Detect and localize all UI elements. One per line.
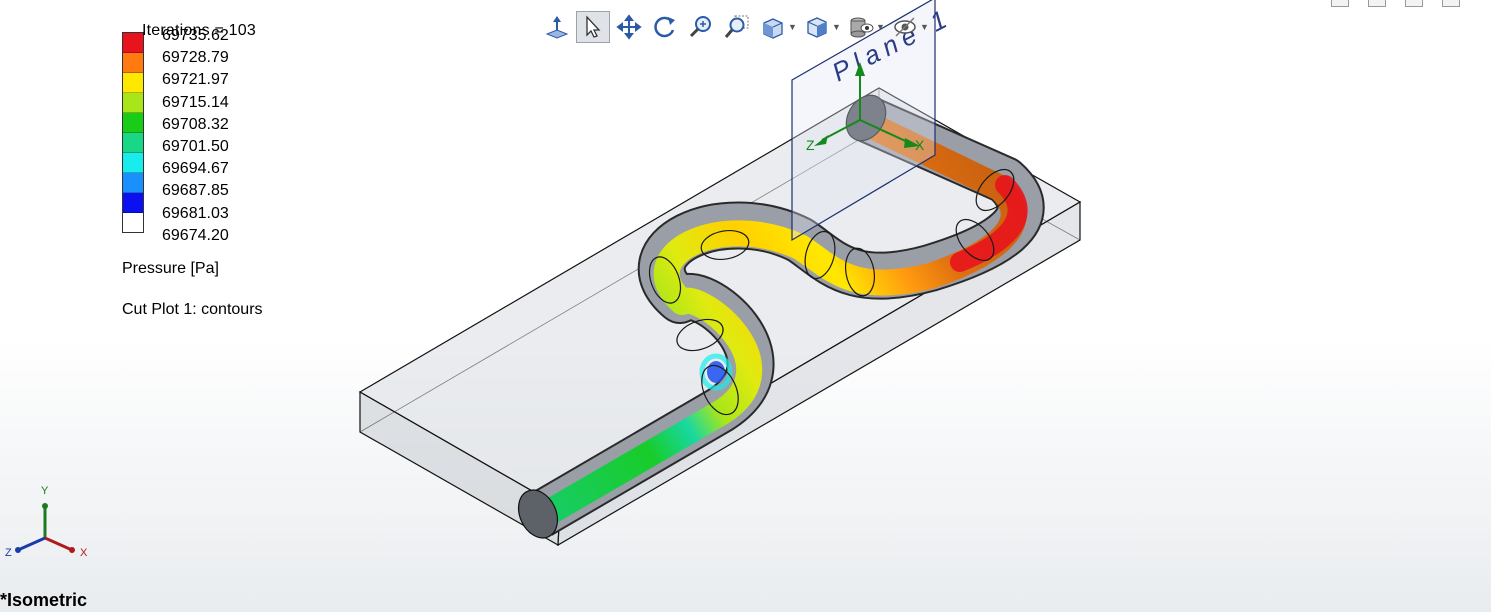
restore-button[interactable] [1368,0,1386,7]
minimize-button[interactable] [1331,0,1349,7]
rotate-button[interactable] [648,11,682,43]
heads-up-view-toolbar: ▼ ▼ ▼ ▼ [540,10,930,44]
rotate-icon [654,16,675,38]
legend-swatch [123,173,143,193]
select-button[interactable] [576,11,610,43]
hide-show-items-icon [850,17,874,38]
cut-plot-label: Cut Plot 1: contours [122,301,263,318]
pan-icon [616,14,642,40]
view-orientation-button[interactable] [756,11,790,43]
view-orientation-icon [763,18,783,39]
zoom-in-out-icon [689,16,711,38]
legend-value: 69728.79 [162,49,229,67]
triad-x-label: X [915,137,925,153]
hide-show-dropdown-caret[interactable]: ▼ [876,22,886,32]
pan-button[interactable] [612,11,646,43]
zoom-to-area-button[interactable] [720,11,754,43]
section-view-dropdown-caret[interactable]: ▼ [920,22,930,32]
legend-swatch [123,73,143,93]
triad-z-label: Z [806,137,815,153]
zoom-in-out-button[interactable] [684,11,718,43]
view-triad-z-label: Z [5,547,12,559]
view-orientation-dropdown-caret[interactable]: ▼ [788,22,798,32]
pressure-color-legend-bar [122,32,144,233]
normal-to-icon [545,16,569,39]
zoom-to-area-icon [724,15,749,38]
section-view-button[interactable] [888,11,922,43]
legend-value: 69674.20 [162,226,229,244]
select-arrow-icon [586,15,601,38]
legend-value: 69715.14 [162,93,229,111]
maximize-button[interactable] [1405,0,1423,7]
legend-value: 69721.97 [162,71,229,89]
view-orientation-label: *Isometric [0,590,88,610]
legend-value: 69681.03 [162,204,229,222]
iterations-overlay-text: Iterations = 103 [142,22,256,39]
legend-swatch [123,113,143,133]
display-style-icon [807,17,827,38]
legend-value: 69687.85 [162,182,229,200]
section-view-icon [894,17,916,37]
legend-swatch [123,93,143,113]
display-style-dropdown-caret[interactable]: ▼ [832,22,842,32]
view-triad-y-label: Y [41,485,49,497]
view-triad-x-label: X [80,547,88,559]
legend-swatch [123,33,143,53]
display-style-button[interactable] [800,11,834,43]
legend-value: 69708.32 [162,115,229,133]
normal-to-button[interactable] [540,11,574,43]
legend-swatch [123,153,143,173]
close-button[interactable] [1442,0,1460,7]
low-pressure-spot [707,361,725,383]
legend-value: 69701.50 [162,138,229,155]
legend-quantity-label: Pressure [Pa] [122,260,219,277]
legend-swatch [123,133,143,153]
view-triad[interactable]: Y X Z [5,485,88,559]
legend-value: 69694.67 [162,160,229,178]
hide-show-items-button[interactable] [844,11,878,43]
legend-swatch [123,53,143,73]
legend-swatch [123,193,143,213]
